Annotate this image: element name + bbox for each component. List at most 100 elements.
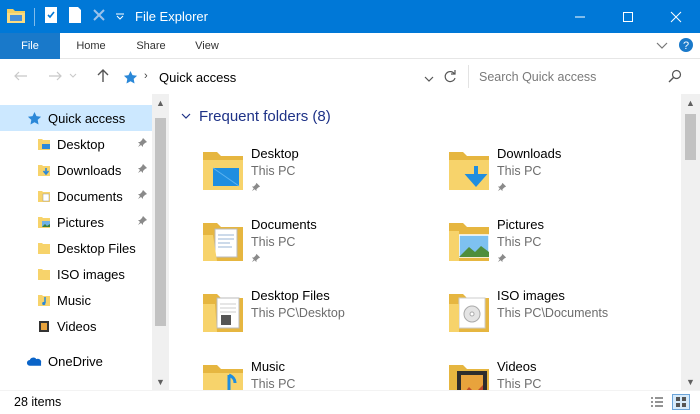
content-scrollbar[interactable]: ▲ ▼ [681,94,700,390]
quick-access-toolbar [6,0,125,33]
maximize-button[interactable] [604,0,652,33]
help-icon[interactable]: ? [678,37,694,56]
expand-ribbon-icon[interactable] [656,39,668,53]
explorer-folder-icon[interactable] [6,6,26,27]
nav-item-label: Music [57,292,91,308]
folder-location: This PC [497,164,542,178]
up-button[interactable] [92,66,114,86]
pin-icon[interactable] [137,137,148,151]
collapse-chevron-icon[interactable] [181,111,191,123]
window-title: File Explorer [135,9,208,24]
nav-item-onedrive[interactable]: OneDrive [0,348,152,374]
nav-item-label: Desktop [57,136,105,152]
tab-share[interactable]: Share [122,33,180,59]
nav-item-quick-access[interactable]: Quick access [0,105,152,131]
pin-icon[interactable] [137,189,148,203]
tab-home[interactable]: Home [62,33,120,59]
forward-button[interactable] [44,66,66,86]
folder-tile-iso-images[interactable]: ISO images This PC\Documents [415,288,655,354]
status-bar: 28 items [0,390,700,414]
content-scroll-thumb[interactable] [685,114,696,160]
new-folder-icon[interactable] [67,6,83,27]
back-button[interactable] [10,66,32,86]
nav-item-videos[interactable]: Videos [0,313,152,339]
nav-item-label: Desktop Files [57,240,136,256]
folder-tile-documents[interactable]: Documents This PC [169,217,409,283]
nav-item-music[interactable]: Music [0,287,152,313]
folder-tile-pictures[interactable]: Pictures This PC [415,217,655,283]
delete-icon[interactable] [91,7,107,26]
minimize-button[interactable] [556,0,604,33]
ribbon-right-controls: ? [656,33,694,59]
frequent-folders-header[interactable]: Frequent folders (8) [181,108,331,125]
search-icon[interactable] [668,69,682,86]
properties-icon[interactable] [43,6,59,27]
address-row: › Quick access [0,59,700,94]
recent-locations-button[interactable] [66,66,80,86]
title-bar: File Explorer [0,0,700,33]
pin-icon[interactable] [137,163,148,177]
folder-name: Music [251,359,285,374]
nav-item-desktop-files[interactable]: Desktop Files [0,235,152,261]
scroll-down-icon[interactable]: ▼ [152,373,169,390]
nav-item-label: Documents [57,188,123,204]
address-bar[interactable]: › Quick access [116,65,462,88]
nav-pane-scrollbar[interactable]: ▲ ▼ [152,94,169,390]
folder-name: Documents [251,217,317,232]
group-header-label: Frequent folders (8) [199,108,331,125]
nav-item-pictures[interactable]: Pictures [0,209,152,235]
folder-tile-music[interactable]: Music This PC [169,359,409,390]
folder-location: This PC [497,235,542,249]
tab-view[interactable]: View [180,33,234,59]
videos-folder-icon [36,318,52,334]
tiles-view-button[interactable] [672,394,690,410]
nav-item-iso-images[interactable]: ISO images [0,261,152,287]
scroll-down-icon[interactable]: ▼ [682,373,699,390]
close-icon [670,11,682,22]
content-pane: Frequent folders (8) Desktop This PC Dow… [169,94,681,390]
pin-icon[interactable] [497,253,507,266]
pin-icon[interactable] [497,182,507,195]
onedrive-icon [26,353,42,369]
scroll-up-icon[interactable]: ▲ [152,94,169,111]
nav-item-documents[interactable]: Documents [0,183,152,209]
refresh-icon[interactable] [443,69,457,87]
folder-name: Desktop [251,146,299,161]
pin-icon[interactable] [251,182,261,195]
pin-icon[interactable] [251,253,261,266]
folder-tile-desktop[interactable]: Desktop This PC [169,146,409,212]
documents-folder-icon [36,188,52,204]
pin-icon[interactable] [137,215,148,229]
address-dropdown-icon[interactable] [424,72,434,86]
scroll-up-icon[interactable]: ▲ [682,94,699,111]
nav-item-desktop[interactable]: Desktop [0,131,152,157]
address-path: Quick access [159,70,237,85]
nav-item-label: Videos [57,318,97,334]
folder-location: This PC [251,235,296,249]
folder-name: Downloads [497,146,562,161]
folder-name: Pictures [497,217,544,232]
folder-tile-videos[interactable]: Videos This PC [415,359,655,390]
customize-toolbar-icon[interactable] [115,10,125,24]
nav-item-downloads[interactable]: Downloads [0,157,152,183]
folder-location: This PC\Documents [497,306,609,320]
folder-tile-desktop-files[interactable]: Desktop Files This PC\Desktop [169,288,409,354]
pictures-folder-icon [445,217,493,265]
search-input[interactable] [479,67,659,86]
music-folder-icon [36,292,52,308]
breadcrumb-chevron-icon: › [144,70,148,82]
folder-location: This PC [251,164,296,178]
details-view-button[interactable] [648,394,666,410]
folder-icon [36,240,52,256]
nav-item-label: Pictures [57,214,104,230]
folder-tile-downloads[interactable]: Downloads This PC [415,146,655,212]
folder-location: This PC\Desktop [251,306,345,320]
tab-file[interactable]: File [0,33,60,59]
folder-name: Desktop Files [251,288,330,303]
nav-scroll-thumb[interactable] [155,118,166,326]
close-button[interactable] [652,0,700,33]
folder-name: Videos [497,359,537,374]
up-arrow-icon [97,69,109,82]
documents-folder-icon [199,217,247,265]
desktop-folder-icon [36,136,52,152]
